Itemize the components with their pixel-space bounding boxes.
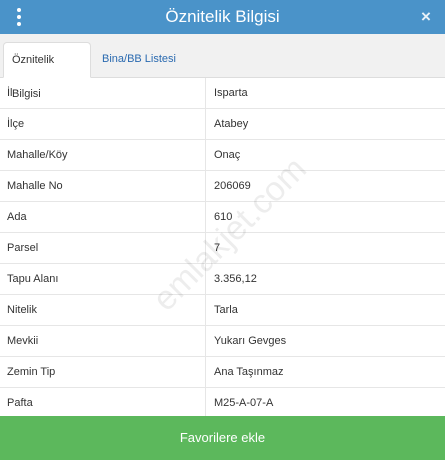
row-label: Mahalle/Köy: [0, 140, 206, 170]
row-value: 7: [214, 242, 221, 254]
row-value: Atabey: [214, 118, 249, 130]
row-label: Zemin Tip: [0, 357, 206, 387]
table-row: Ada 610: [0, 202, 445, 233]
table-row: Mahalle/Köy Onaç: [0, 140, 445, 171]
dialog-header: Öznitelik Bilgisi ×: [0, 0, 445, 34]
table-row: Pafta M25-A-07-A: [0, 388, 445, 419]
row-value: 206069: [214, 180, 251, 192]
table-row: Tapu Alanı 3.356,12: [0, 264, 445, 295]
tab-bar: Öznitelik Bilgisi Bina/BB Listesi: [0, 34, 445, 100]
row-label: Nitelik: [0, 295, 206, 325]
table-row: İl Isparta: [0, 78, 445, 109]
table-row: Mevkii Yukarı Gevges: [0, 326, 445, 357]
tab-oznitelik-bilgisi[interactable]: Öznitelik Bilgisi: [3, 42, 91, 100]
row-value: Tarla: [214, 304, 238, 316]
table-row: Mahalle No 206069: [0, 171, 445, 202]
row-value: Isparta: [214, 87, 248, 99]
row-value: 610: [214, 211, 233, 223]
row-value: Onaç: [214, 149, 241, 161]
attribute-table: İl Isparta İlçe Atabey Mahalle/Köy Onaç …: [0, 78, 445, 419]
row-label: Mahalle No: [0, 171, 206, 201]
tab-bina-bb-listesi[interactable]: Bina/BB Listesi: [94, 42, 184, 78]
row-value: M25-A-07-A: [214, 397, 274, 409]
row-label: İl: [0, 78, 206, 108]
dialog-title: Öznitelik Bilgisi: [165, 7, 280, 26]
row-label: İlçe: [0, 109, 206, 139]
table-row: Zemin Tip Ana Taşınmaz: [0, 357, 445, 388]
row-value: 3.356,12: [214, 273, 257, 285]
table-row: Parsel 7: [0, 233, 445, 264]
row-label: Ada: [0, 202, 206, 232]
close-icon[interactable]: ×: [417, 7, 435, 27]
add-to-favorites-button[interactable]: Favorilere ekle: [0, 416, 445, 460]
row-label: Parsel: [0, 233, 206, 263]
row-label: Tapu Alanı: [0, 264, 206, 294]
table-row: İlçe Atabey: [0, 109, 445, 140]
row-value: Ana Taşınmaz: [214, 366, 284, 378]
row-value: Yukarı Gevges: [214, 335, 287, 347]
row-label: Mevkii: [0, 326, 206, 356]
table-row: Nitelik Tarla: [0, 295, 445, 326]
row-label: Pafta: [0, 388, 206, 418]
